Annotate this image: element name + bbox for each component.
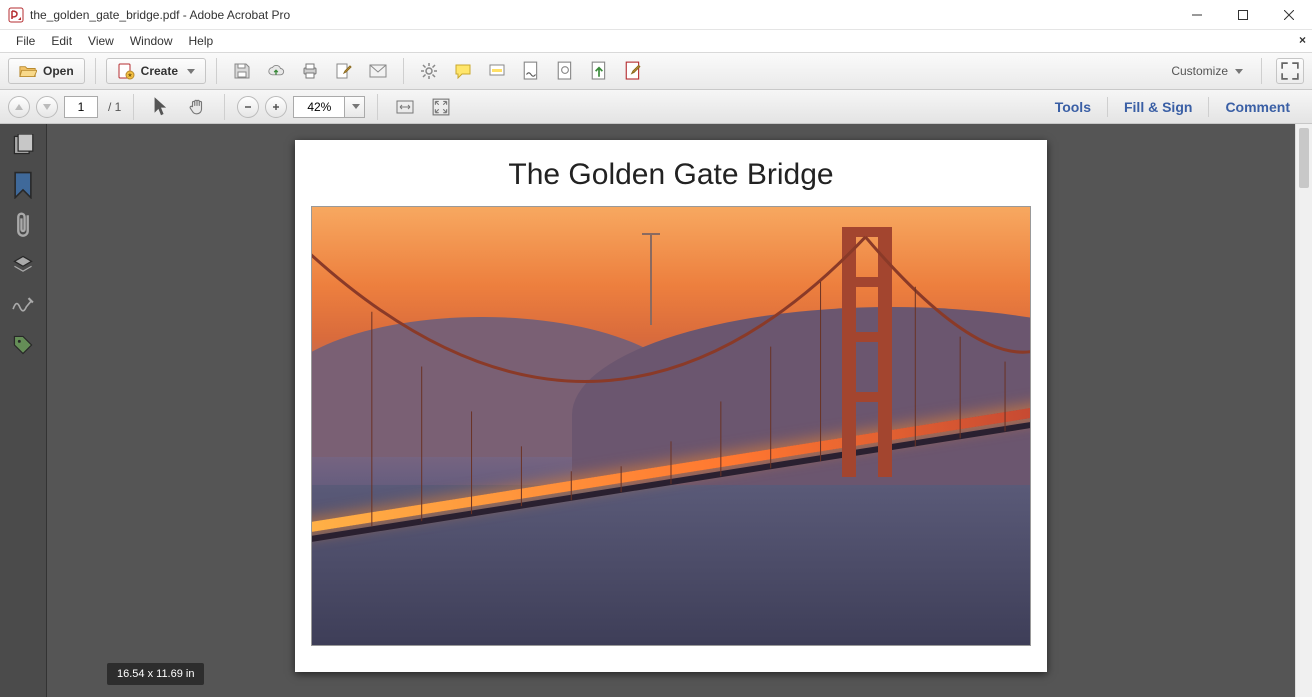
- navbar-right-separator: [1107, 97, 1108, 117]
- create-button[interactable]: ★ Create: [106, 58, 206, 84]
- fill-sign-link[interactable]: Fill & Sign: [1124, 99, 1192, 115]
- export-doc-button[interactable]: [584, 58, 614, 84]
- document-canvas[interactable]: The Golden Gate Bridge: [47, 124, 1295, 697]
- menu-edit[interactable]: Edit: [43, 32, 80, 50]
- comment-link[interactable]: Comment: [1225, 99, 1290, 115]
- navbar: / 1 Tools Fill & Sign Comment: [0, 90, 1312, 124]
- navbar-right-separator: [1208, 97, 1209, 117]
- stamp-page-icon: [556, 62, 574, 80]
- open-label: Open: [43, 64, 74, 78]
- edit-pdf-button[interactable]: [618, 58, 648, 84]
- document-image: [311, 206, 1031, 646]
- menu-window[interactable]: Window: [122, 32, 181, 50]
- email-button[interactable]: [363, 58, 393, 84]
- settings-button[interactable]: [414, 58, 444, 84]
- titlebar: the_golden_gate_bridge.pdf - Adobe Acrob…: [0, 0, 1312, 30]
- zoom-caret-icon: [352, 104, 360, 109]
- layers-panel-button[interactable]: [12, 254, 34, 276]
- sidebar: [0, 124, 47, 697]
- sign-page-icon: [522, 62, 540, 80]
- cloud-button[interactable]: [261, 58, 291, 84]
- hand-tool-button[interactable]: [182, 94, 212, 120]
- toolbar-separator: [1261, 58, 1262, 84]
- fit-page-button[interactable]: [426, 94, 456, 120]
- tags-panel-button[interactable]: [12, 334, 34, 356]
- comment-bubble-button[interactable]: [448, 58, 478, 84]
- maximize-button[interactable]: [1220, 0, 1266, 29]
- workspace: The Golden Gate Bridge: [0, 124, 1312, 697]
- thumbnails-panel-button[interactable]: [12, 134, 34, 156]
- minimize-button[interactable]: [1174, 0, 1220, 29]
- fit-width-icon: [396, 98, 414, 116]
- print-icon: [301, 62, 319, 80]
- attachments-panel-button[interactable]: [12, 214, 34, 236]
- page-down-button[interactable]: [36, 96, 58, 118]
- edit-doc-button[interactable]: [329, 58, 359, 84]
- page-up-button[interactable]: [8, 96, 30, 118]
- toolbar-separator: [216, 58, 217, 84]
- create-label: Create: [141, 64, 178, 78]
- menu-view[interactable]: View: [80, 32, 122, 50]
- page: The Golden Gate Bridge: [295, 140, 1047, 672]
- save-icon: [233, 62, 251, 80]
- menu-help[interactable]: Help: [181, 32, 222, 50]
- zoom-combo: [293, 96, 365, 118]
- svg-text:★: ★: [127, 72, 132, 79]
- select-cursor-icon: [152, 98, 170, 116]
- zoom-out-button[interactable]: [237, 96, 259, 118]
- close-document-icon[interactable]: ×: [1299, 33, 1306, 47]
- navbar-separator: [133, 94, 134, 120]
- app-icon: [8, 7, 24, 23]
- sign-doc-button[interactable]: [516, 58, 546, 84]
- create-dropdown-caret-icon: [187, 69, 195, 74]
- fit-page-icon: [432, 98, 450, 116]
- navbar-separator: [224, 94, 225, 120]
- scrollbar-thumb[interactable]: [1299, 128, 1309, 188]
- comment-bubble-icon: [454, 62, 472, 80]
- print-button[interactable]: [295, 58, 325, 84]
- document-heading: The Golden Gate Bridge: [508, 158, 833, 192]
- reading-mode-button[interactable]: [1276, 58, 1304, 84]
- stamp-doc-button[interactable]: [550, 58, 580, 84]
- bookmarks-panel-button[interactable]: [12, 174, 34, 196]
- toolbar-separator: [403, 58, 404, 84]
- zoom-input[interactable]: [293, 96, 345, 118]
- menu-file[interactable]: File: [8, 32, 43, 50]
- signatures-panel-button[interactable]: [12, 294, 34, 316]
- window-controls: [1174, 0, 1312, 29]
- customize-button[interactable]: Customize: [1167, 64, 1247, 78]
- menubar: File Edit View Window Help ×: [0, 30, 1312, 52]
- edit-page-icon: [335, 62, 353, 80]
- create-pdf-icon: ★: [117, 62, 135, 80]
- highlight-icon: [488, 62, 506, 80]
- select-tool-button[interactable]: [146, 94, 176, 120]
- cloud-upload-icon: [267, 62, 285, 80]
- hand-icon: [188, 98, 206, 116]
- export-page-icon: [590, 62, 608, 80]
- customize-caret-icon: [1235, 69, 1243, 74]
- open-folder-icon: [19, 62, 37, 80]
- edit-pdf-icon: [624, 62, 642, 80]
- vertical-scrollbar[interactable]: [1295, 124, 1312, 697]
- page-size-tooltip: 16.54 x 11.69 in: [107, 663, 204, 685]
- page-number-input[interactable]: [64, 96, 98, 118]
- page-total-label: / 1: [108, 100, 121, 114]
- expand-icon: [1281, 62, 1299, 80]
- fit-width-button[interactable]: [390, 94, 420, 120]
- save-button[interactable]: [227, 58, 257, 84]
- email-icon: [369, 62, 387, 80]
- toolbar-separator: [95, 58, 96, 84]
- navbar-separator: [377, 94, 378, 120]
- tools-link[interactable]: Tools: [1055, 99, 1091, 115]
- window-title: the_golden_gate_bridge.pdf - Adobe Acrob…: [30, 8, 290, 22]
- zoom-in-button[interactable]: [265, 96, 287, 118]
- open-button[interactable]: Open: [8, 58, 85, 84]
- highlight-button[interactable]: [482, 58, 512, 84]
- close-button[interactable]: [1266, 0, 1312, 29]
- toolbar: Open ★ Create Customize: [0, 52, 1312, 90]
- gear-icon: [420, 62, 438, 80]
- zoom-dropdown-button[interactable]: [345, 96, 365, 118]
- customize-label: Customize: [1171, 64, 1228, 78]
